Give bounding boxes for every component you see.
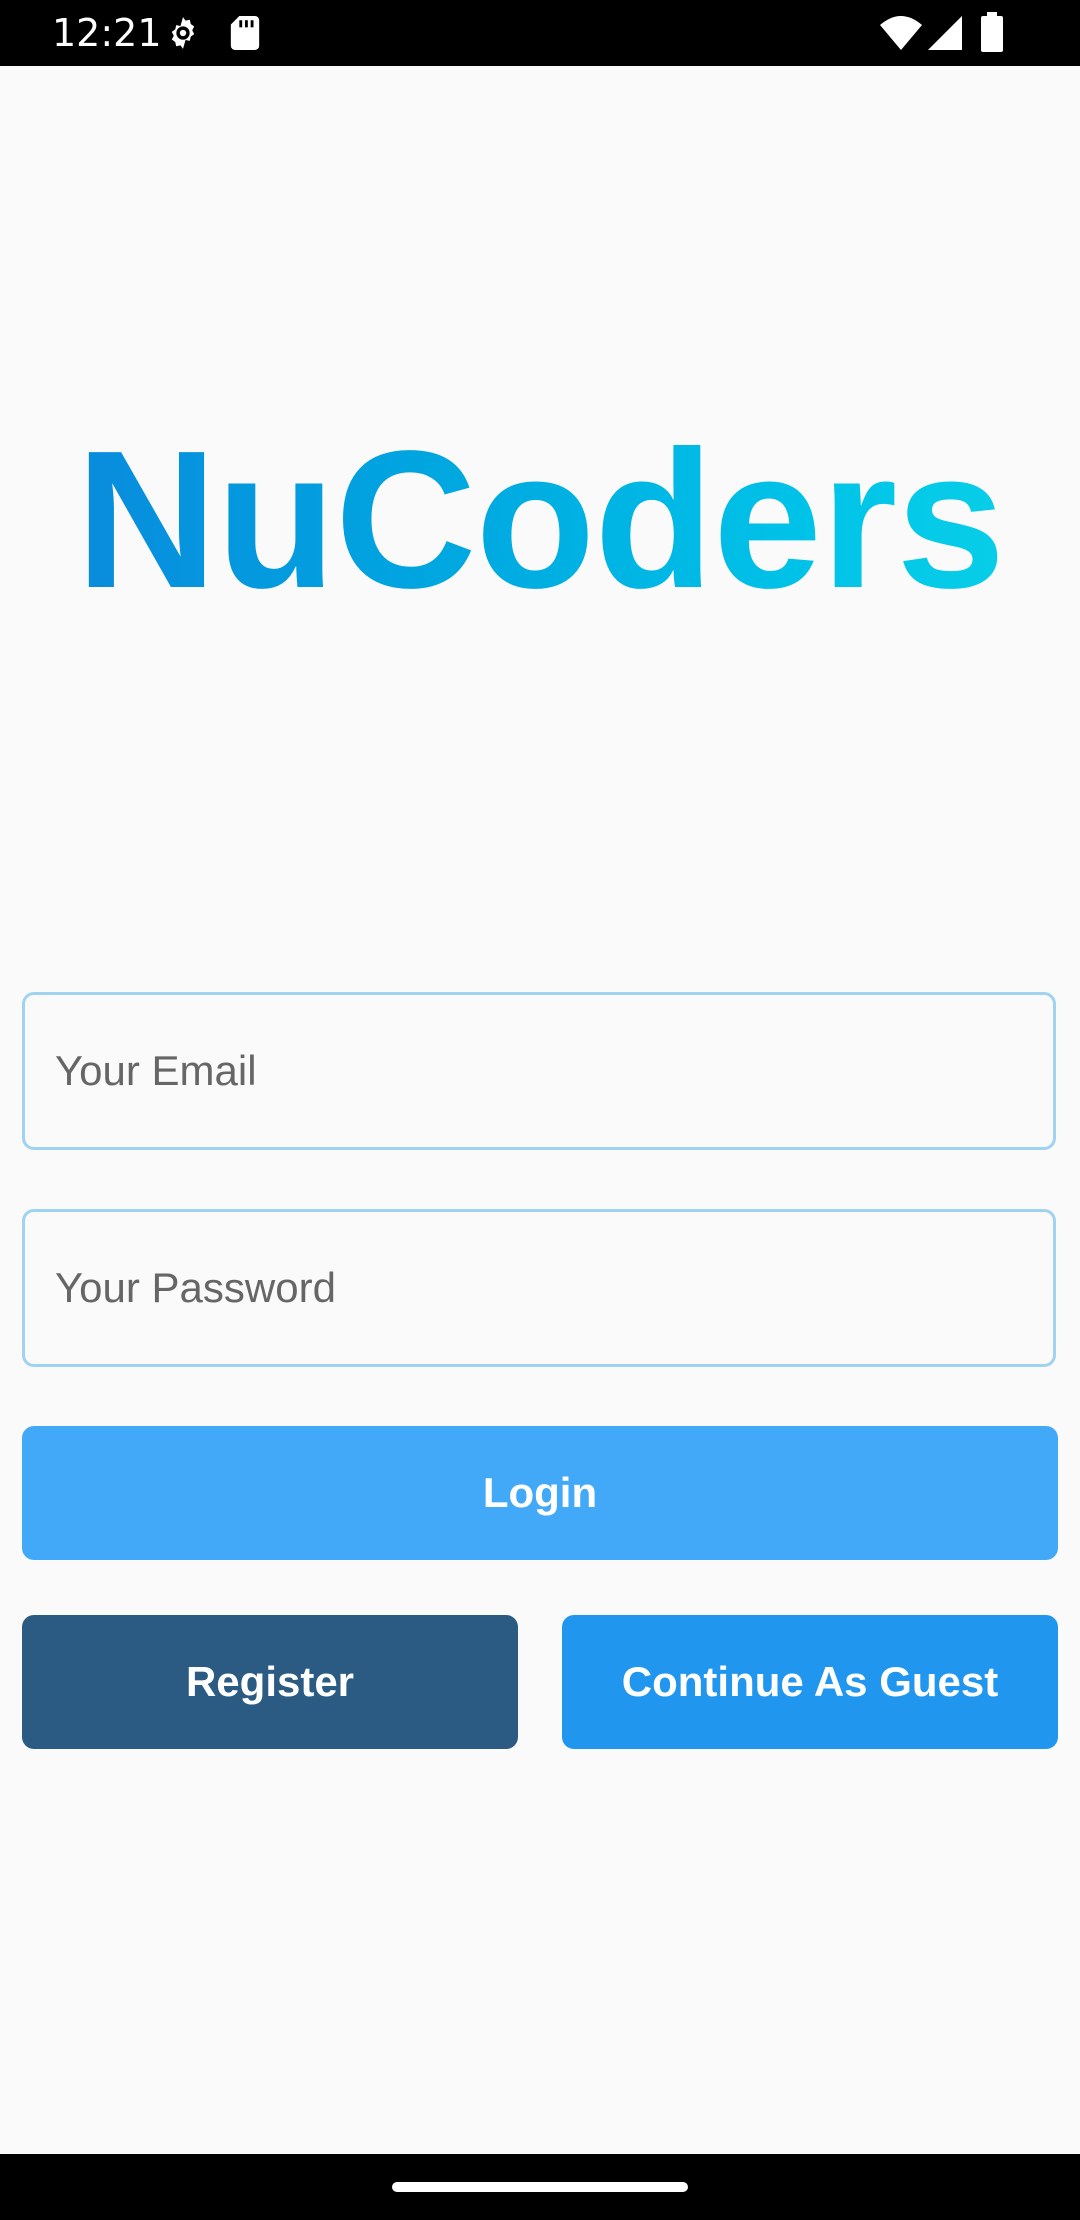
password-field[interactable]	[22, 1209, 1056, 1367]
signal-icon	[928, 16, 962, 55]
app-logo: NuCoders	[0, 420, 1080, 620]
navigation-bar	[0, 2154, 1080, 2220]
gear-icon	[164, 14, 202, 57]
login-screen: 12:21 NuCoders Your Email Login Register…	[0, 0, 1080, 2220]
battery-icon	[980, 12, 1004, 57]
sd-card-icon	[230, 16, 260, 55]
status-time: 12:21	[52, 11, 162, 55]
status-bar: 12:21	[0, 0, 1080, 66]
continue-as-guest-button[interactable]: Continue As Guest	[562, 1615, 1058, 1749]
wifi-icon	[880, 16, 922, 55]
email-field[interactable]	[22, 992, 1056, 1150]
password-input[interactable]	[55, 1212, 1015, 1364]
register-button[interactable]: Register	[22, 1615, 518, 1749]
login-button[interactable]: Login	[22, 1426, 1058, 1560]
home-gesture-handle[interactable]	[392, 2182, 688, 2192]
email-input[interactable]	[55, 995, 1015, 1147]
